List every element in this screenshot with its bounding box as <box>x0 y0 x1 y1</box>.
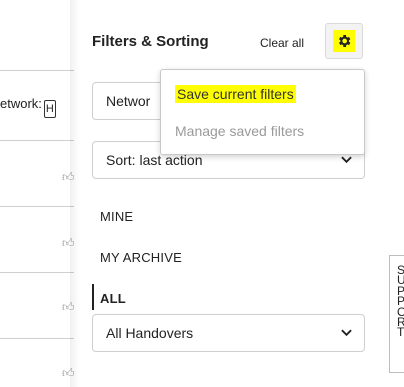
row-divider <box>0 70 74 71</box>
network-filter-label: etwork: H <box>0 96 56 118</box>
nav-item-my-archive[interactable]: MY ARCHIVE <box>100 250 182 265</box>
handovers-select[interactable]: All Handovers <box>92 314 365 352</box>
save-current-filters-item[interactable]: Save current filters <box>175 85 296 103</box>
chevron-down-icon <box>341 329 352 337</box>
background-list: etwork: H 👍︎ 👍︎ 👍︎ 👍︎ <box>0 0 74 387</box>
row-divider <box>0 338 74 339</box>
nav-item-all[interactable]: ALL <box>100 291 126 306</box>
row-divider <box>0 206 74 207</box>
manage-saved-filters-item[interactable]: Manage saved filters <box>175 123 304 139</box>
support-tab[interactable]: S U P P O R T <box>389 255 404 373</box>
panel-title: Filters & Sorting <box>92 33 209 50</box>
panel-shadow <box>70 0 80 387</box>
clear-all-button[interactable]: Clear all <box>260 36 304 50</box>
chevron-down-icon <box>341 156 352 164</box>
gear-icon <box>333 30 355 52</box>
row-divider <box>0 140 74 141</box>
saved-filters-menu: Save current filters Manage saved filter… <box>160 69 365 155</box>
settings-button[interactable] <box>325 23 363 59</box>
nav-item-mine[interactable]: MINE <box>100 209 133 224</box>
active-indicator <box>92 284 94 310</box>
row-divider <box>0 272 74 273</box>
network-filter-box[interactable]: H <box>43 100 56 118</box>
filters-panel: Filters & Sorting Clear all Networ Sort:… <box>80 0 380 387</box>
